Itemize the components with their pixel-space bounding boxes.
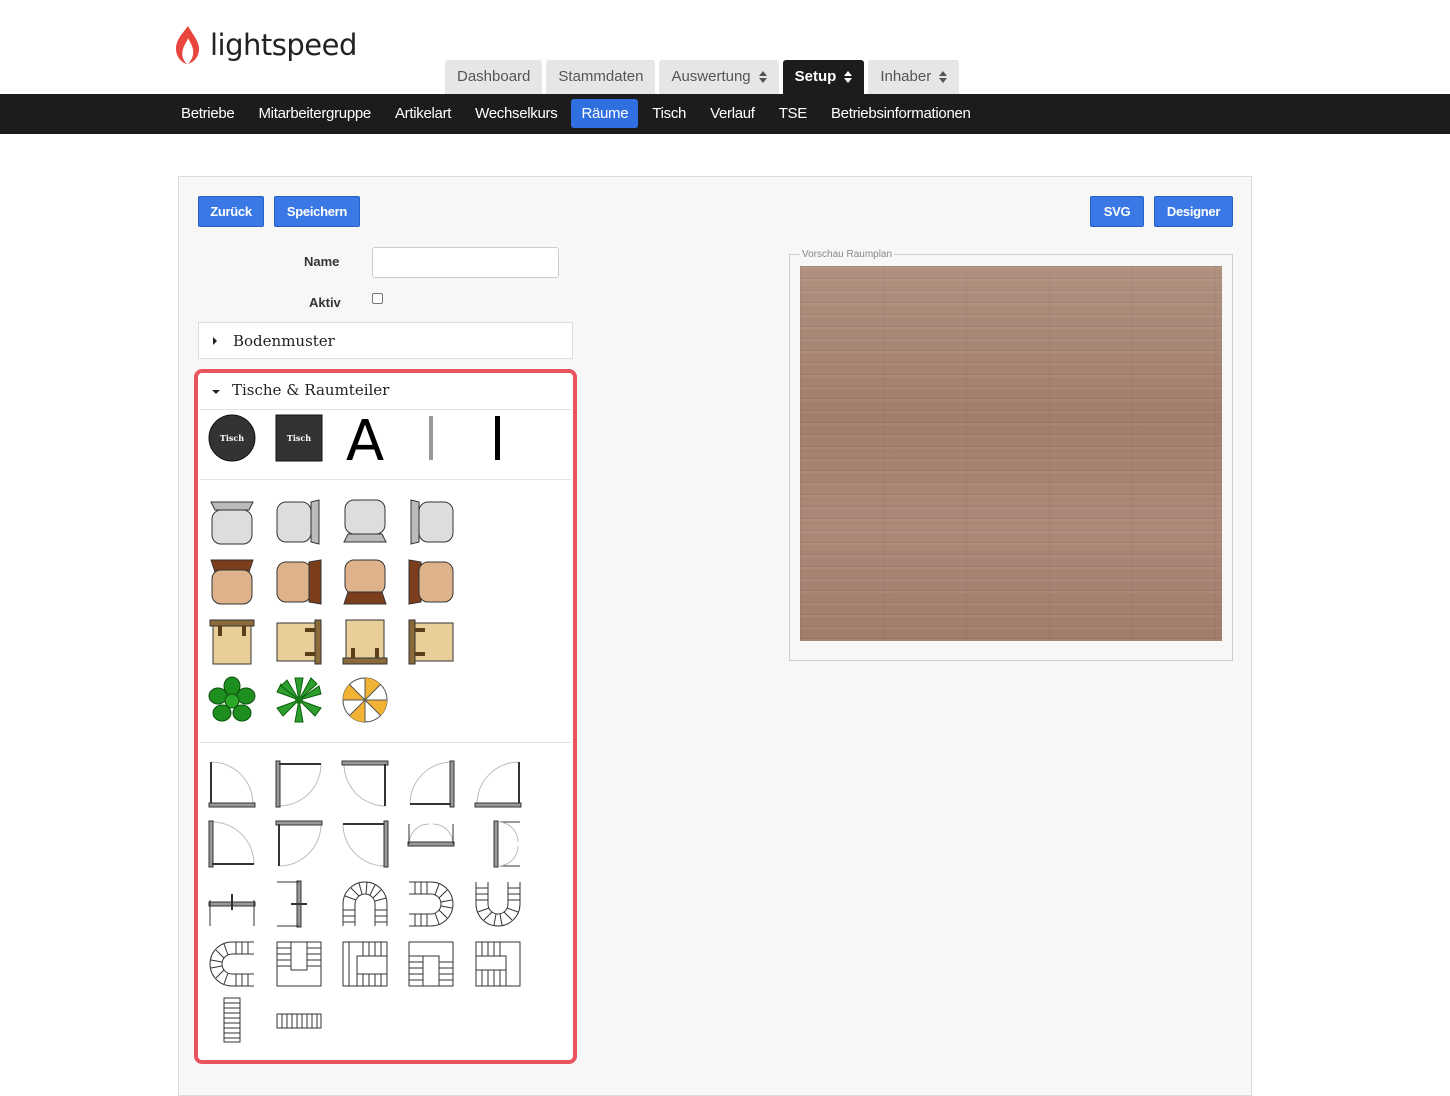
designer-button[interactable]: Designer	[1154, 196, 1233, 227]
caret-right-icon	[213, 337, 217, 345]
subnav-wechselkurs[interactable]: Wechselkurs	[465, 99, 567, 128]
brand-name: lightspeed	[210, 28, 357, 62]
svg-button[interactable]: SVG	[1090, 196, 1144, 227]
subnav-verlauf[interactable]: Verlauf	[700, 99, 765, 128]
sort-icon	[939, 71, 948, 83]
tab-label: Auswertung	[671, 68, 751, 85]
tab-label: Dashboard	[457, 68, 531, 85]
tab-stammdaten[interactable]: Stammdaten	[546, 60, 656, 94]
tab-label: Stammdaten	[558, 68, 644, 85]
name-input[interactable]	[372, 247, 559, 278]
tab-label: Setup	[794, 68, 837, 85]
back-button[interactable]: Zurück	[198, 196, 264, 227]
flame-icon	[176, 26, 199, 64]
subnav-betriebsinformationen[interactable]: Betriebsinformationen	[821, 99, 981, 128]
preview-legend: Vorschau Raumplan	[802, 249, 893, 260]
brand-logo[interactable]: lightspeed	[172, 24, 357, 66]
subnav-artikelart[interactable]: Artikelart	[385, 99, 461, 128]
subnav-raeume[interactable]: Räume	[571, 99, 639, 128]
sort-icon	[758, 71, 767, 83]
tab-inhaber[interactable]: Inhaber	[868, 60, 960, 94]
highlight-frame	[194, 369, 577, 1064]
accordion-floor-pattern[interactable]: Bodenmuster	[198, 322, 573, 359]
floor-preview-canvas[interactable]	[800, 266, 1222, 641]
tab-setup[interactable]: Setup	[782, 60, 865, 94]
sort-icon	[844, 71, 853, 83]
subnav-tse[interactable]: TSE	[769, 99, 817, 128]
sub-navigation: Betriebe Mitarbeitergruppe Artikelart We…	[0, 94, 1450, 134]
tab-auswertung[interactable]: Auswertung	[659, 60, 779, 94]
name-label: Name	[304, 254, 340, 269]
tab-dashboard[interactable]: Dashboard	[445, 60, 543, 94]
active-label: Aktiv	[309, 295, 341, 310]
accordion-title: Bodenmuster	[233, 332, 335, 350]
save-button[interactable]: Speichern	[274, 196, 360, 227]
subnav-tisch[interactable]: Tisch	[642, 99, 696, 128]
subnav-mitarbeitergruppe[interactable]: Mitarbeitergruppe	[248, 99, 380, 128]
main-tabs: Dashboard Stammdaten Auswertung Setup In…	[445, 60, 960, 94]
tab-label: Inhaber	[880, 68, 932, 85]
active-checkbox[interactable]	[372, 293, 383, 304]
subnav-betriebe[interactable]: Betriebe	[171, 99, 244, 128]
